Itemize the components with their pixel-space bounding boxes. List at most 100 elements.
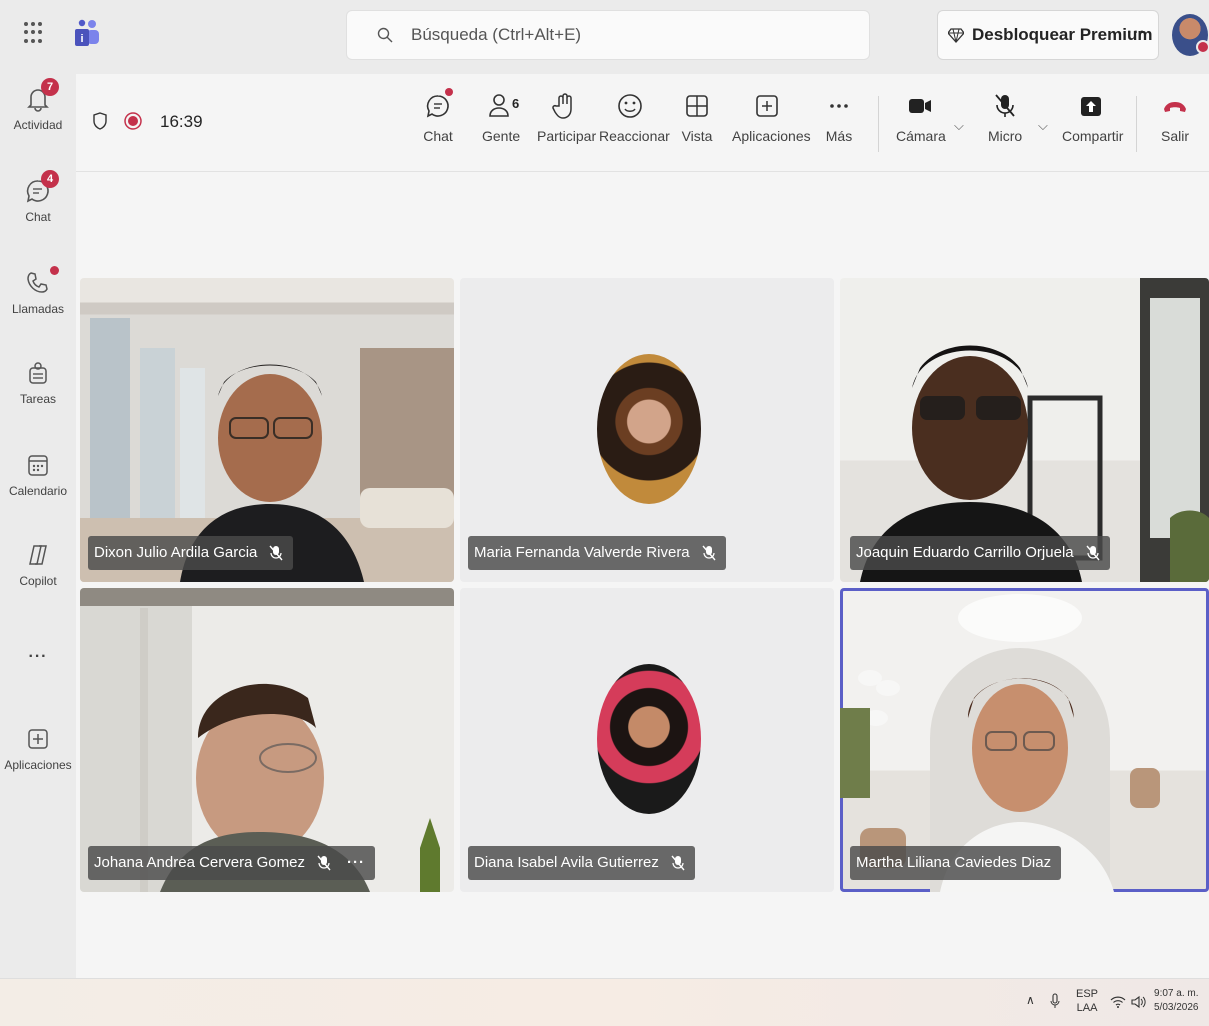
mic-options-chevron-icon[interactable]: ⌵	[1038, 118, 1048, 134]
mic-off-icon	[702, 545, 716, 561]
participant-name-chip: Maria Fernanda Valverde Rivera	[468, 536, 726, 570]
participant-name: Johana Andrea Cervera Gomez	[94, 854, 305, 871]
search-input[interactable]: Búsqueda (Ctrl+Alt+E)	[346, 10, 870, 60]
react-button[interactable]: Reaccionar	[599, 92, 670, 144]
rail-item-tasks[interactable]: Tareas	[0, 360, 76, 406]
search-icon	[377, 27, 393, 43]
phone-icon	[25, 266, 59, 296]
participant-more-button[interactable]: ···	[347, 846, 365, 880]
video-tile[interactable]: Johana Andrea Cervera Gomez ···	[80, 588, 454, 892]
chat-icon: 4	[25, 170, 59, 204]
svg-text:i: i	[80, 33, 83, 45]
participant-name-chip: Martha Liliana Caviedes Diaz	[850, 846, 1062, 880]
bell-icon: 7	[25, 78, 59, 112]
taskbar-clock[interactable]: 9:07 a. m. 5/03/2026	[1154, 987, 1199, 1015]
leave-button[interactable]: Salir	[1160, 92, 1190, 144]
people-button[interactable]: 6 Gente	[482, 92, 520, 144]
share-icon	[1078, 92, 1104, 120]
premium-more-button[interactable]: ···	[1127, 24, 1146, 42]
presence-busy-icon	[1196, 40, 1209, 54]
video-tile-active-speaker[interactable]: Martha Liliana Caviedes Diaz	[840, 588, 1209, 892]
rail-label: Calendario	[8, 484, 68, 498]
react-label: Reaccionar	[599, 128, 670, 144]
rail-item-apps[interactable]: Aplicaciones	[0, 726, 76, 772]
apps-button[interactable]: Aplicaciones	[732, 92, 811, 144]
mic-label: Micro	[988, 128, 1023, 144]
video-tile[interactable]: Diana Isabel Avila Gutierrez	[460, 588, 834, 892]
participant-name-chip: Dixon Julio Ardila Garcia	[88, 536, 294, 570]
keyboard-layout: LAA	[1076, 1002, 1098, 1014]
rail-label: Tareas	[19, 392, 57, 406]
mic-off-icon	[269, 545, 283, 561]
mic-off-icon	[671, 855, 685, 871]
people-count: 6	[512, 96, 520, 111]
chat-button[interactable]: Chat	[421, 88, 455, 144]
participant-name: Joaquin Eduardo Carrillo Orjuela	[856, 544, 1074, 561]
clock-date: 5/03/2026	[1154, 1002, 1199, 1013]
participant-name: Maria Fernanda Valverde Rivera	[474, 544, 690, 561]
participant-name: Diana Isabel Avila Gutierrez	[474, 854, 659, 871]
rail-label: Chat	[25, 210, 51, 224]
mic-off-icon	[992, 92, 1018, 120]
toolbar-divider	[1136, 96, 1137, 152]
microphone-tray-icon[interactable]	[1050, 993, 1060, 1009]
recording-icon	[124, 112, 142, 130]
shield-icon	[93, 112, 107, 130]
mic-off-icon	[317, 855, 331, 871]
copilot-icon	[25, 542, 51, 568]
more-icon	[826, 92, 852, 120]
volume-icon[interactable]	[1130, 995, 1146, 1009]
participant-name-chip: Diana Isabel Avila Gutierrez	[468, 846, 695, 880]
rail-item-chat[interactable]: 4 Chat	[0, 170, 76, 224]
more-button[interactable]: Más	[824, 92, 854, 144]
video-tile[interactable]: Joaquin Eduardo Carrillo Orjuela	[840, 278, 1209, 582]
language-code: ESP	[1076, 988, 1099, 1000]
calendar-icon	[25, 452, 51, 478]
participant-avatar	[597, 354, 701, 504]
rail-item-calendar[interactable]: Calendario	[0, 452, 76, 498]
calls-notification-dot	[50, 266, 59, 275]
camera-button[interactable]: Cámara	[896, 92, 946, 144]
windows-taskbar: ∧ ESP LAA 9:07 a. m. 5/03/2026	[0, 978, 1209, 1026]
rail-item-copilot[interactable]: Copilot	[0, 542, 76, 588]
participant-name-chip: Johana Andrea Cervera Gomez ···	[88, 846, 375, 880]
rail-item-more[interactable]: ···	[0, 648, 76, 666]
camera-options-chevron-icon[interactable]: ⌵	[954, 118, 964, 134]
input-language-indicator[interactable]: ESP LAA	[1076, 987, 1098, 1015]
raise-hand-button[interactable]: Participar	[537, 92, 596, 144]
camera-label: Cámara	[896, 128, 946, 144]
hang-up-icon	[1162, 92, 1188, 120]
video-tile[interactable]: Maria Fernanda Valverde Rivera	[460, 278, 834, 582]
mic-button[interactable]: Micro	[988, 92, 1022, 144]
participant-name: Dixon Julio Ardila Garcia	[94, 544, 258, 561]
view-button[interactable]: Vista	[680, 92, 714, 144]
share-button[interactable]: Compartir	[1062, 92, 1124, 144]
teams-logo-icon: i	[75, 19, 99, 46]
unlock-premium-button[interactable]: Desbloquear Premium ···	[937, 10, 1159, 60]
video-tile[interactable]: Dixon Julio Ardila Garcia	[80, 278, 454, 582]
user-avatar[interactable]	[1172, 14, 1209, 56]
search-placeholder: Búsqueda (Ctrl+Alt+E)	[411, 25, 582, 44]
meeting-timer: 16:39	[160, 112, 203, 131]
participant-name: Martha Liliana Caviedes Diaz	[856, 854, 1052, 871]
tray-overflow-chevron-icon[interactable]: ∧	[1026, 993, 1035, 1007]
clock-time: 9:07 a. m.	[1154, 988, 1199, 999]
rail-item-calls[interactable]: Llamadas	[0, 266, 76, 316]
mic-off-icon	[1086, 545, 1100, 561]
people-label: Gente	[482, 128, 521, 144]
app-launcher-icon[interactable]	[24, 22, 46, 44]
view-label: Vista	[681, 128, 713, 144]
more-label: Más	[825, 128, 853, 144]
leave-label: Salir	[1160, 128, 1189, 144]
rail-label: Copilot	[19, 574, 57, 588]
apps-label: Aplicaciones	[732, 128, 811, 144]
rail-item-activity[interactable]: 7 Actividad	[0, 78, 76, 132]
wifi-icon[interactable]	[1110, 995, 1126, 1009]
title-bar: i Búsqueda (Ctrl+Alt+E) Desbloquear Prem…	[0, 0, 1209, 74]
meeting-toolbar: 16:39 Chat 6 Gente Participar Reaccionar…	[76, 74, 1209, 172]
chat-notification-dot	[445, 88, 453, 96]
share-label: Compartir	[1062, 128, 1124, 144]
toolbar-divider	[878, 96, 879, 152]
activity-badge: 7	[41, 78, 59, 96]
rail-label: Llamadas	[11, 302, 65, 316]
